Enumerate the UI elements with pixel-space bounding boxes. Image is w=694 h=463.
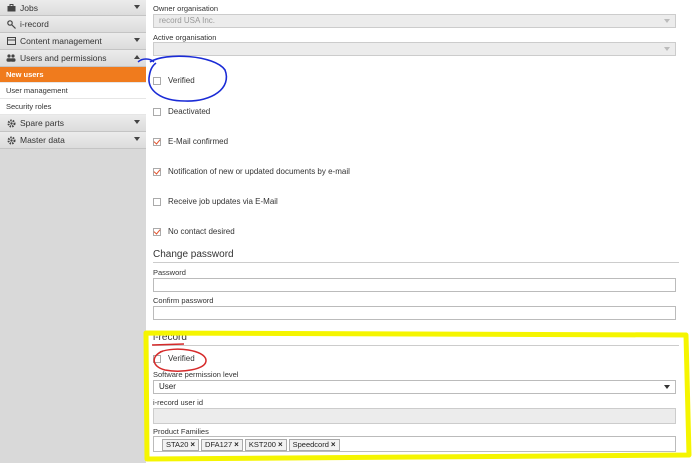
chevron-down-icon	[664, 47, 670, 51]
sidebar-subitem-user-management[interactable]: User management	[0, 83, 146, 99]
sidebar: Jobs i-record Content management Users a…	[0, 0, 146, 463]
confirm-password-input[interactable]	[153, 306, 676, 320]
permission-level-select[interactable]: User	[153, 380, 676, 394]
chevron-down-icon	[664, 19, 670, 23]
section-divider	[153, 262, 679, 263]
no-contact-label: No contact desired	[168, 227, 235, 236]
tag-label: KST200	[248, 439, 276, 449]
sidebar-item-master-data[interactable]: Master data	[0, 132, 146, 149]
deactivated-checkbox-row[interactable]: Deactivated	[153, 107, 210, 116]
chevron-up-icon	[134, 55, 140, 59]
product-family-tag[interactable]: STA20 ×	[162, 438, 200, 451]
sidebar-item-content-management[interactable]: Content management	[0, 33, 146, 50]
section-divider	[153, 345, 679, 346]
no-contact-checkbox[interactable]	[153, 227, 161, 236]
no-contact-checkbox-row[interactable]: No contact desired	[153, 227, 235, 236]
notification-label: Notification of new or updated documents…	[168, 167, 350, 176]
sidebar-item-spare-parts[interactable]: Spare parts	[0, 115, 146, 132]
product-families-label: Product Families	[153, 427, 209, 436]
owner-organisation-value: record USA Inc.	[159, 16, 216, 25]
sidebar-subitem-label: New users	[6, 70, 44, 79]
chevron-down-icon	[134, 5, 140, 9]
password-input[interactable]	[153, 278, 676, 292]
irecord-verified-checkbox[interactable]	[153, 354, 161, 363]
verified-checkbox-row[interactable]: Verified	[153, 76, 195, 85]
user-form: Owner organisation record USA Inc. Activ…	[146, 0, 694, 463]
change-password-title: Change password	[153, 249, 234, 260]
chevron-down-icon	[134, 38, 140, 42]
product-family-tag[interactable]: KST200 ×	[244, 438, 287, 451]
verified-label: Verified	[168, 76, 195, 85]
active-organisation-label: Active organisation	[153, 33, 217, 42]
sidebar-item-label: Spare parts	[20, 118, 64, 128]
sidebar-item-irecord[interactable]: i-record	[0, 16, 146, 33]
sidebar-item-label: Jobs	[20, 2, 38, 13]
active-organisation-select[interactable]	[153, 42, 676, 56]
irecord-user-id-label: i-record user id	[153, 398, 204, 407]
sidebar-item-label: i-record	[20, 19, 49, 29]
notification-checkbox-row[interactable]: Notification of new or updated documents…	[153, 167, 350, 176]
job-updates-checkbox[interactable]	[153, 197, 161, 206]
irecord-section-title: i-record	[153, 332, 187, 343]
tag-label: DFA127	[205, 439, 233, 449]
email-confirmed-checkbox[interactable]	[153, 137, 161, 146]
product-families-input[interactable]: STA20 × DFA127 × KST200 × Speedcord ×	[153, 436, 676, 452]
sidebar-item-jobs[interactable]: Jobs	[0, 0, 146, 16]
product-family-tag[interactable]: Speedcord ×	[288, 438, 340, 451]
owner-organisation-select[interactable]: record USA Inc.	[153, 14, 676, 28]
remove-tag-icon[interactable]: ×	[234, 439, 239, 451]
sidebar-item-label: Content management	[20, 36, 102, 46]
sidebar-item-label: Master data	[20, 135, 65, 145]
briefcase-icon	[6, 3, 16, 13]
remove-tag-icon[interactable]: ×	[278, 439, 283, 451]
chevron-down-icon	[134, 137, 140, 141]
product-family-tag[interactable]: DFA127 ×	[201, 438, 243, 451]
sidebar-subitem-label: Security roles	[6, 102, 52, 111]
irecord-user-id-input[interactable]	[153, 408, 676, 424]
owner-organisation-label: Owner organisation	[153, 4, 219, 13]
chevron-down-icon	[664, 385, 670, 389]
irecord-verified-label: Verified	[168, 354, 195, 363]
gear-icon	[6, 135, 16, 145]
confirm-password-label: Confirm password	[153, 296, 214, 305]
remove-tag-icon[interactable]: ×	[190, 439, 195, 451]
deactivated-checkbox[interactable]	[153, 107, 161, 116]
deactivated-label: Deactivated	[168, 107, 211, 116]
tag-label: Speedcord	[292, 439, 329, 449]
job-updates-checkbox-row[interactable]: Receive job updates via E-Mail	[153, 197, 278, 206]
email-confirmed-label: E-Mail confirmed	[168, 137, 229, 146]
tag-label: STA20	[166, 439, 189, 449]
permission-level-label: Software permission level	[153, 370, 239, 379]
verified-checkbox[interactable]	[153, 76, 161, 85]
email-confirmed-checkbox-row[interactable]: E-Mail confirmed	[153, 137, 228, 146]
job-updates-label: Receive job updates via E-Mail	[168, 197, 278, 206]
sidebar-item-label: Users and permissions	[20, 53, 107, 63]
sidebar-subitem-label: User management	[6, 86, 68, 95]
password-label: Password	[153, 268, 186, 277]
sidebar-item-users-and-permissions[interactable]: Users and permissions	[0, 50, 146, 67]
gear-icon	[6, 118, 16, 128]
users-icon	[6, 53, 16, 63]
sidebar-subitem-security-roles[interactable]: Security roles	[0, 99, 146, 115]
notification-checkbox[interactable]	[153, 167, 161, 176]
sidebar-subitem-new-users[interactable]: New users	[0, 67, 146, 83]
permission-level-value: User	[159, 382, 176, 391]
content-icon	[6, 36, 16, 46]
remove-tag-icon[interactable]: ×	[331, 439, 336, 451]
key-icon	[6, 19, 16, 29]
irecord-verified-checkbox-row[interactable]: Verified	[153, 354, 195, 363]
chevron-down-icon	[134, 120, 140, 124]
